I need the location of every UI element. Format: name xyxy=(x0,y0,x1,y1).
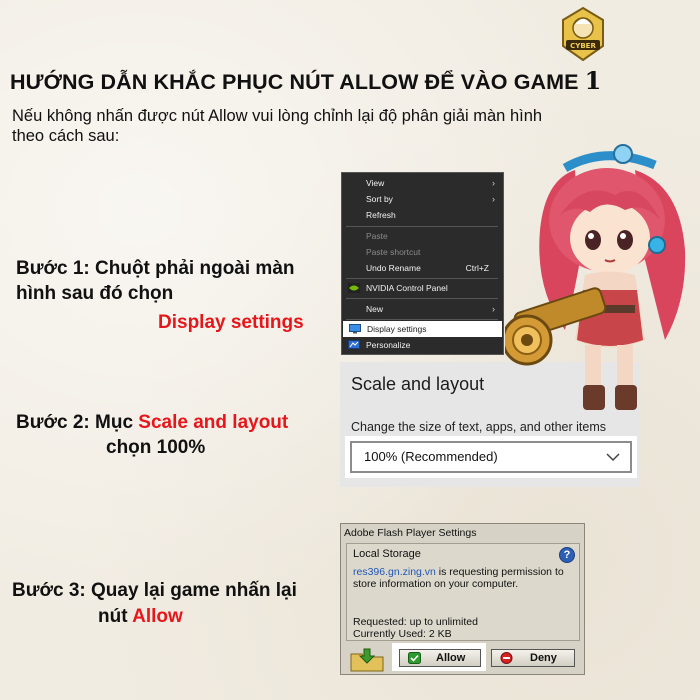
flash-settings-dialog: Adobe Flash Player Settings Local Storag… xyxy=(340,523,585,675)
step3-prefix: nút xyxy=(98,606,133,627)
step2-prefix: Bước 2: Mục xyxy=(16,412,139,433)
page-title: HƯỚNG DẪN KHẮC PHỤC NÚT ALLOW ĐỂ VÀO GAM… xyxy=(10,66,670,95)
title-text: HƯỚNG DẪN KHẮC PHỤC NÚT ALLOW ĐỂ VÀO GAM… xyxy=(10,70,579,94)
menu-separator xyxy=(346,319,498,320)
folder-download-icon xyxy=(350,648,384,672)
check-icon xyxy=(408,652,421,664)
requested-amount: Requested: up to unlimited xyxy=(353,616,478,628)
chevron-down-icon xyxy=(606,453,620,462)
deny-icon xyxy=(500,652,513,664)
step1-text-line2: hình sau đó chọn xyxy=(16,283,174,304)
menu-item-undo-rename[interactable]: Undo Rename Ctrl+Z xyxy=(342,260,503,276)
currently-used: Currently Used: 2 KB xyxy=(353,628,452,640)
menu-item-display-settings[interactable]: Display settings xyxy=(343,321,502,337)
nvidia-icon xyxy=(348,283,360,293)
deny-button-label: Deny xyxy=(530,652,557,664)
menu-item-paste-shortcut: Paste shortcut xyxy=(366,247,421,257)
context-menu: View › Sort by › Refresh Paste Paste short… xyxy=(341,172,504,355)
step2-highlight: Scale and layout xyxy=(138,412,289,433)
deny-button[interactable]: Deny xyxy=(491,649,575,667)
display-icon xyxy=(349,324,361,334)
character-illustration xyxy=(505,144,686,410)
menu-item-view[interactable]: View › xyxy=(342,175,503,191)
intro-line-1: Nếu không nhấn được nút Allow vui lòng c… xyxy=(12,107,543,125)
svg-text:CYBER: CYBER xyxy=(570,42,596,50)
menu-separator xyxy=(346,226,498,227)
step1-highlight: Display settings xyxy=(158,312,304,333)
step2-text-line1: Bước 2: Mục Scale and layout xyxy=(16,409,288,437)
flash-message: res396.gn.zing.vn is requesting permissi… xyxy=(353,566,575,590)
help-icon[interactable]: ? xyxy=(559,547,575,563)
flash-dialog-title: Adobe Flash Player Settings xyxy=(344,527,477,539)
personalize-icon xyxy=(348,340,360,349)
menu-item-paste: Paste xyxy=(366,231,388,241)
menu-item-nvidia[interactable]: NVIDIA Control Panel xyxy=(342,280,503,296)
allow-button-label: Allow xyxy=(436,652,466,664)
requesting-site: res396.gn.zing.vn xyxy=(353,566,436,578)
allow-button[interactable]: Allow xyxy=(399,649,481,667)
scale-panel-title: Scale and layout xyxy=(351,374,485,394)
menu-item-refresh[interactable]: Refresh xyxy=(342,207,503,223)
chevron-right-icon: › xyxy=(492,304,495,314)
title-number: 1 xyxy=(584,66,602,95)
menu-item-new[interactable]: New › xyxy=(342,301,503,317)
chevron-right-icon: › xyxy=(492,194,495,204)
flash-local-storage-panel: Local Storage ? res396.gn.zing.vn is req… xyxy=(346,543,580,641)
scale-dropdown[interactable]: 100% (Recommended) xyxy=(350,441,632,473)
scale-dropdown-value: 100% (Recommended) xyxy=(364,449,498,464)
menu-item-personalize[interactable]: Personalize xyxy=(342,337,503,353)
step3-text-line2: nút Allow xyxy=(98,603,183,631)
menu-item-sort-by[interactable]: Sort by › xyxy=(342,191,503,207)
menu-separator xyxy=(346,278,498,279)
scale-panel-subtitle: Change the size of text, apps, and other… xyxy=(351,420,607,434)
step3-highlight: Allow xyxy=(132,606,183,627)
step2-text-line2: chọn 100% xyxy=(106,437,206,458)
chevron-right-icon: › xyxy=(492,178,495,188)
menu-separator xyxy=(346,298,498,299)
step1-text-line1: Bước 1: Chuột phải ngoài màn xyxy=(16,258,295,279)
scale-select-highlight: 100% (Recommended) xyxy=(345,436,637,478)
cyber-logo: CYBER xyxy=(562,6,604,62)
step3-text-line1: Bước 3: Quay lại game nhấn lại xyxy=(12,580,297,601)
shortcut-label: Ctrl+Z xyxy=(465,263,489,273)
local-storage-heading: Local Storage xyxy=(353,548,421,560)
